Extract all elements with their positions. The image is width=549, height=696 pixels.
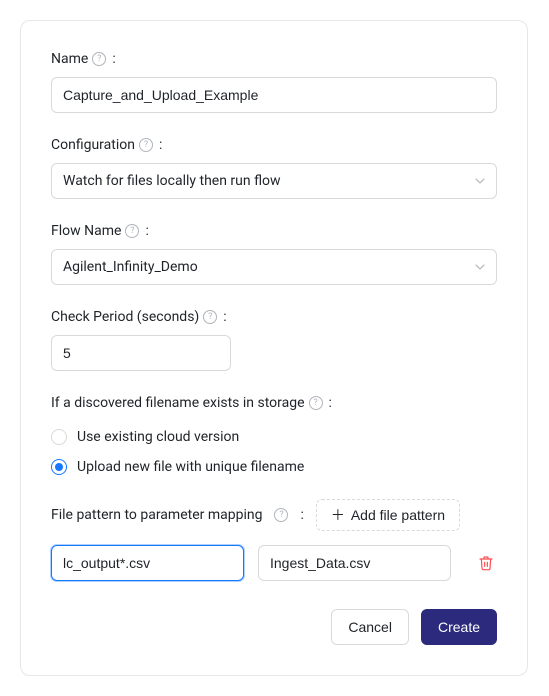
radio-use-existing[interactable]: Use existing cloud version	[51, 429, 497, 445]
plus-icon: ＋	[331, 508, 345, 522]
delete-row-button[interactable]	[475, 552, 497, 574]
storage-policy-label-row: If a discovered filename exists in stora…	[51, 395, 497, 411]
chevron-down-icon	[475, 178, 485, 184]
check-period-label-row: Check Period (seconds) ? :	[51, 309, 497, 325]
help-icon[interactable]: ?	[139, 138, 153, 152]
help-icon[interactable]: ?	[203, 310, 217, 324]
colon: :	[223, 309, 226, 325]
storage-policy-radio-group: Use existing cloud version Upload new fi…	[51, 429, 497, 475]
parameter-input[interactable]	[258, 545, 451, 581]
check-period-label: Check Period (seconds)	[51, 309, 199, 325]
flow-name-select-value: Agilent_Infinity_Demo	[63, 259, 198, 275]
pattern-mapping-header: File pattern to parameter mapping ? : ＋ …	[51, 499, 497, 531]
pattern-row	[51, 545, 497, 581]
configuration-select[interactable]: Watch for files locally then run flow	[51, 163, 497, 199]
trash-icon	[478, 555, 494, 571]
help-icon[interactable]: ?	[274, 508, 288, 522]
check-period-field: Check Period (seconds) ? :	[51, 309, 497, 371]
colon: :	[112, 51, 115, 67]
configuration-label-row: Configuration ? :	[51, 137, 497, 153]
radio-upload-new-label: Upload new file with unique filename	[77, 459, 304, 475]
file-pattern-input[interactable]	[51, 545, 244, 581]
radio-icon	[51, 459, 67, 475]
flow-name-label: Flow Name	[51, 223, 121, 239]
storage-policy-field: If a discovered filename exists in stora…	[51, 395, 497, 475]
flow-name-label-row: Flow Name ? :	[51, 223, 497, 239]
pattern-mapping-field: File pattern to parameter mapping ? : ＋ …	[51, 499, 497, 581]
colon: :	[300, 507, 303, 523]
add-file-pattern-label: Add file pattern	[351, 507, 445, 523]
name-field: Name ? :	[51, 51, 497, 113]
create-button[interactable]: Create	[421, 609, 497, 645]
radio-icon	[51, 429, 67, 445]
pattern-mapping-label: File pattern to parameter mapping	[51, 507, 262, 523]
name-label: Name	[51, 51, 88, 67]
create-agent-panel: Name ? : Configuration ? : Watch for fil…	[20, 20, 528, 676]
configuration-select-value: Watch for files locally then run flow	[63, 173, 281, 189]
name-label-row: Name ? :	[51, 51, 497, 67]
colon: :	[145, 223, 148, 239]
footer: Cancel Create	[51, 609, 497, 645]
colon: :	[329, 395, 332, 411]
cancel-button[interactable]: Cancel	[331, 609, 409, 645]
help-icon[interactable]: ?	[309, 396, 323, 410]
help-icon[interactable]: ?	[125, 224, 139, 238]
add-file-pattern-button[interactable]: ＋ Add file pattern	[316, 499, 460, 531]
help-icon[interactable]: ?	[92, 52, 106, 66]
radio-use-existing-label: Use existing cloud version	[77, 429, 239, 445]
configuration-label: Configuration	[51, 137, 135, 153]
storage-policy-label: If a discovered filename exists in stora…	[51, 395, 305, 411]
check-period-input[interactable]	[51, 335, 231, 371]
flow-name-select[interactable]: Agilent_Infinity_Demo	[51, 249, 497, 285]
configuration-field: Configuration ? : Watch for files locall…	[51, 137, 497, 199]
radio-upload-new[interactable]: Upload new file with unique filename	[51, 459, 497, 475]
chevron-down-icon	[475, 264, 485, 270]
colon: :	[159, 137, 162, 153]
name-input[interactable]	[51, 77, 497, 113]
flow-name-field: Flow Name ? : Agilent_Infinity_Demo	[51, 223, 497, 285]
